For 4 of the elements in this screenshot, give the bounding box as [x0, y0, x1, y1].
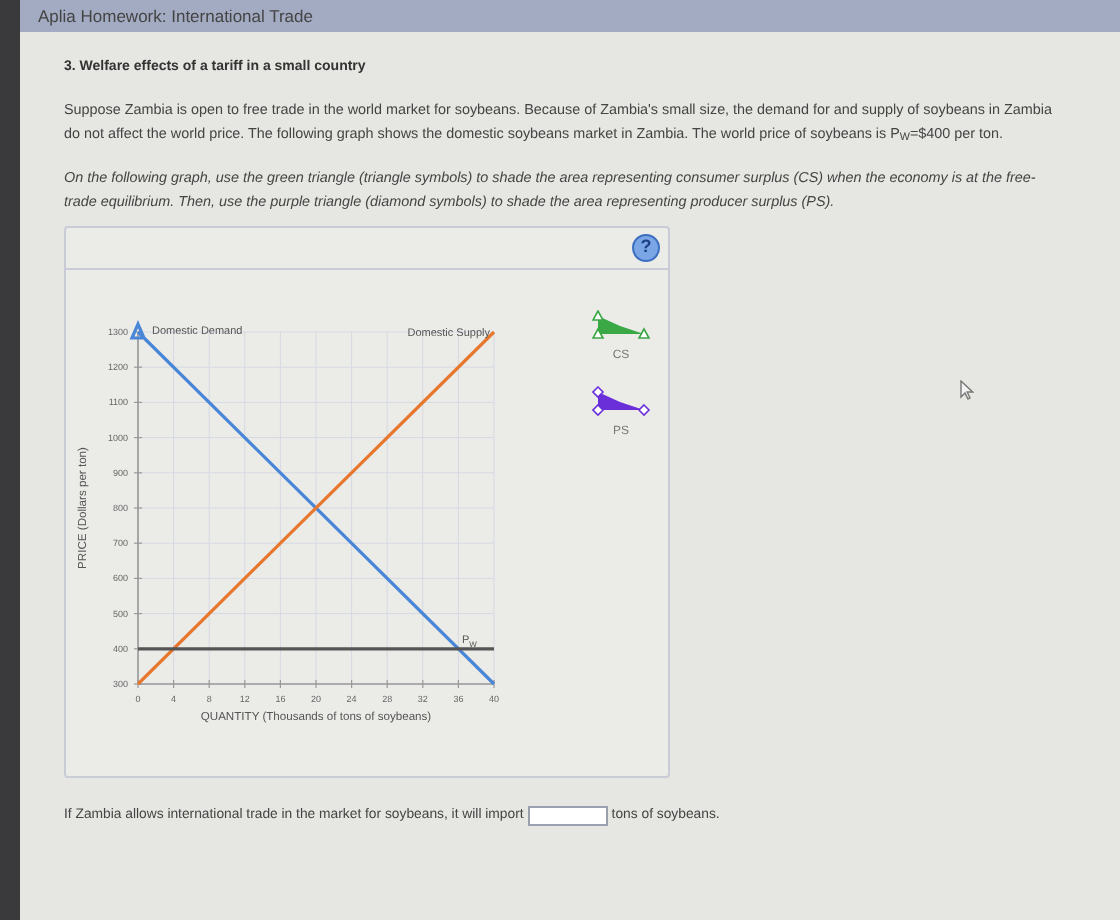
- answer-field[interactable]: [527, 805, 608, 826]
- window-title: Aplia Homework: International Trade: [38, 3, 313, 29]
- help-button[interactable]: ?: [632, 233, 660, 261]
- cursor-icon: [960, 380, 974, 400]
